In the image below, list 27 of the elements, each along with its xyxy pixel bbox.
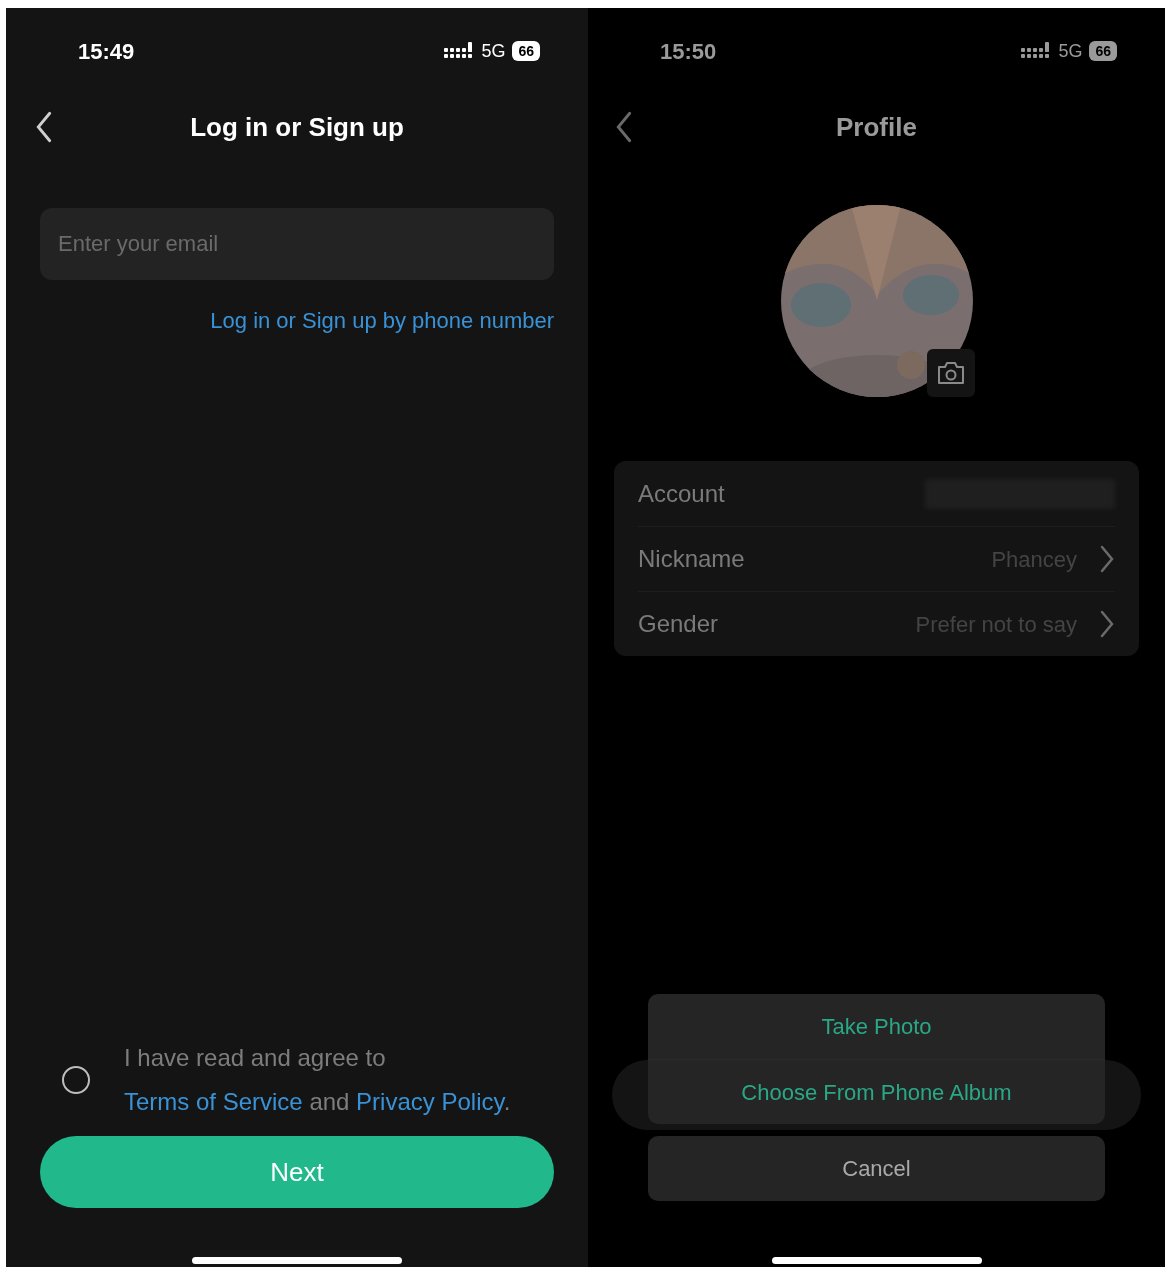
row-label: Gender bbox=[638, 609, 719, 639]
policy-link[interactable]: Privacy Policy bbox=[356, 1088, 504, 1115]
signal-icon bbox=[1021, 42, 1052, 60]
battery-indicator: 66 bbox=[512, 41, 540, 61]
chevron-right-icon bbox=[1099, 545, 1115, 573]
cancel-button[interactable]: Cancel bbox=[648, 1136, 1105, 1201]
network-label: 5G bbox=[1058, 39, 1083, 63]
screen-title: Log in or Sign up bbox=[190, 110, 404, 144]
sheet-option[interactable]: Choose From Phone Album bbox=[648, 1059, 1105, 1124]
status-time: 15:50 bbox=[660, 37, 717, 66]
sheet-option[interactable]: Take Photo bbox=[648, 994, 1105, 1059]
camera-button[interactable] bbox=[926, 349, 975, 397]
network-label: 5G bbox=[481, 39, 506, 63]
chevron-right-icon bbox=[1099, 610, 1115, 638]
row-label: Nickname bbox=[638, 544, 745, 574]
camera-icon bbox=[935, 360, 966, 386]
policy-link[interactable]: Terms of Service bbox=[124, 1088, 303, 1115]
screen-title: Profile bbox=[836, 110, 917, 144]
row-label: Account bbox=[638, 478, 725, 509]
agree-checkbox[interactable] bbox=[62, 1066, 90, 1094]
signal-icon bbox=[444, 42, 475, 60]
battery-indicator: 66 bbox=[1089, 41, 1117, 61]
phone-login-link[interactable]: Log in or Sign up by phone number bbox=[210, 304, 554, 337]
email-field[interactable]: Enter your email bbox=[40, 208, 554, 280]
back-icon[interactable] bbox=[34, 111, 54, 143]
agreement-text: I have read and agree to Terms of Service and Privacy Policy. bbox=[124, 1043, 512, 1117]
status-time: 15:49 bbox=[78, 37, 135, 66]
